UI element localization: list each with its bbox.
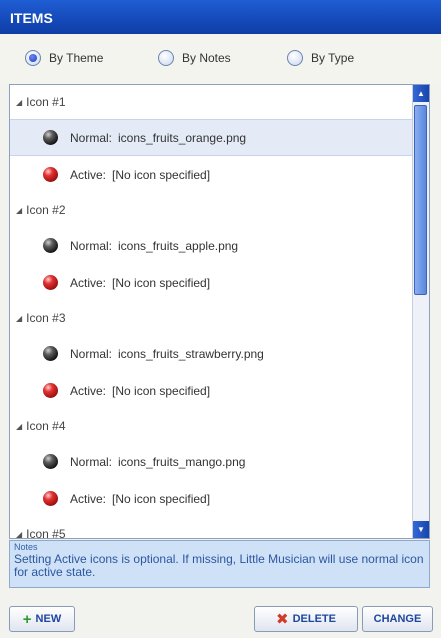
new-button-label: NEW	[35, 613, 62, 625]
row-value: icons_fruits_strawberry.png	[118, 346, 264, 361]
radio-unchecked-icon	[158, 50, 174, 66]
by-type-label: By Type	[311, 51, 355, 65]
delete-button[interactable]: ✖ DELETE	[254, 606, 358, 632]
by-theme-label: By Theme	[49, 51, 104, 65]
group-header-icon-5[interactable]: ◢ Icon #5	[10, 517, 413, 538]
collapse-triangle-icon[interactable]: ◢	[16, 314, 22, 323]
red-ball-icon	[43, 167, 58, 182]
by-notes-label: By Notes	[182, 51, 231, 65]
vertical-scrollbar[interactable]: ▲ ▼	[412, 85, 429, 538]
black-ball-icon	[43, 454, 58, 469]
group-header-label: Icon #2	[26, 203, 66, 217]
by-type-radio[interactable]: By Type	[287, 50, 354, 66]
black-ball-icon	[43, 346, 58, 361]
tree-row-active[interactable]: Active: [No icon specified]	[10, 156, 413, 193]
change-button-label: CHANGE	[373, 613, 422, 625]
group-header-label: Icon #1	[26, 95, 66, 109]
row-key: Normal:	[70, 130, 113, 145]
row-value: icons_fruits_mango.png	[118, 454, 246, 469]
tree-row-active[interactable]: Active: [No icon specified]	[10, 264, 413, 301]
x-icon: ✖	[276, 610, 289, 628]
row-value: [No icon specified]	[112, 275, 211, 290]
red-ball-icon	[43, 383, 58, 398]
row-key: Active:	[70, 383, 107, 398]
row-value: icons_fruits_orange.png	[118, 130, 247, 145]
group-header-icon-3[interactable]: ◢ Icon #3	[10, 301, 413, 335]
tree-row-normal[interactable]: Normal: icons_fruits_apple.png	[10, 227, 413, 264]
group-header-label: Icon #5	[26, 527, 66, 538]
group-header-label: Icon #4	[26, 419, 66, 433]
row-key: Active:	[70, 491, 107, 506]
notes-label: Notes	[14, 542, 38, 552]
group-header-icon-2[interactable]: ◢ Icon #2	[10, 193, 413, 227]
radio-checked-icon	[25, 50, 41, 66]
collapse-triangle-icon[interactable]: ◢	[16, 206, 22, 215]
group-header-icon-1[interactable]: ◢ Icon #1	[10, 85, 413, 119]
tree-row-active[interactable]: Active: [No icon specified]	[10, 372, 413, 409]
change-button[interactable]: CHANGE	[362, 606, 433, 632]
plus-icon: +	[22, 610, 32, 628]
row-key: Normal:	[70, 454, 113, 469]
row-value: [No icon specified]	[112, 383, 211, 398]
group-header-icon-4[interactable]: ◢ Icon #4	[10, 409, 413, 443]
row-value: icons_fruits_apple.png	[118, 238, 239, 253]
icon-tree-list[interactable]: ◢ Icon #1 Normal: icons_fruits_orange.pn…	[9, 84, 430, 539]
tree-row-active[interactable]: Active: [No icon specified]	[10, 480, 413, 517]
radio-unchecked-icon	[287, 50, 303, 66]
row-value: [No icon specified]	[112, 167, 211, 182]
notes-text: Setting Active icons is optional. If mis…	[14, 552, 424, 579]
row-key: Active:	[70, 167, 107, 182]
red-ball-icon	[43, 491, 58, 506]
tree-row-normal[interactable]: Normal: icons_fruits_orange.png	[10, 119, 413, 156]
delete-button-label: DELETE	[292, 613, 336, 625]
row-key: Normal:	[70, 346, 113, 361]
view-mode-radio-group: By Theme By Notes By Type	[0, 34, 441, 84]
scroll-up-arrow-icon[interactable]: ▲	[413, 85, 429, 102]
new-button[interactable]: + NEW	[9, 606, 75, 632]
collapse-triangle-icon[interactable]: ◢	[16, 98, 22, 107]
panel-title: ITEMS	[0, 0, 441, 34]
scrollbar-thumb[interactable]	[414, 105, 427, 295]
tree-row-normal[interactable]: Normal: icons_fruits_mango.png	[10, 443, 413, 480]
tree-row-normal[interactable]: Normal: icons_fruits_strawberry.png	[10, 335, 413, 372]
row-value: [No icon specified]	[112, 491, 211, 506]
by-notes-radio[interactable]: By Notes	[158, 50, 231, 66]
row-key: Normal:	[70, 238, 113, 253]
collapse-triangle-icon[interactable]: ◢	[16, 422, 22, 431]
by-theme-radio[interactable]: By Theme	[25, 50, 103, 66]
red-ball-icon	[43, 275, 58, 290]
black-ball-icon	[43, 130, 58, 145]
row-key: Active:	[70, 275, 107, 290]
scroll-down-arrow-icon[interactable]: ▼	[413, 521, 429, 538]
black-ball-icon	[43, 238, 58, 253]
group-header-label: Icon #3	[26, 311, 66, 325]
notes-box: Notes Setting Active icons is optional. …	[9, 540, 430, 588]
collapse-triangle-icon[interactable]: ◢	[16, 530, 22, 539]
